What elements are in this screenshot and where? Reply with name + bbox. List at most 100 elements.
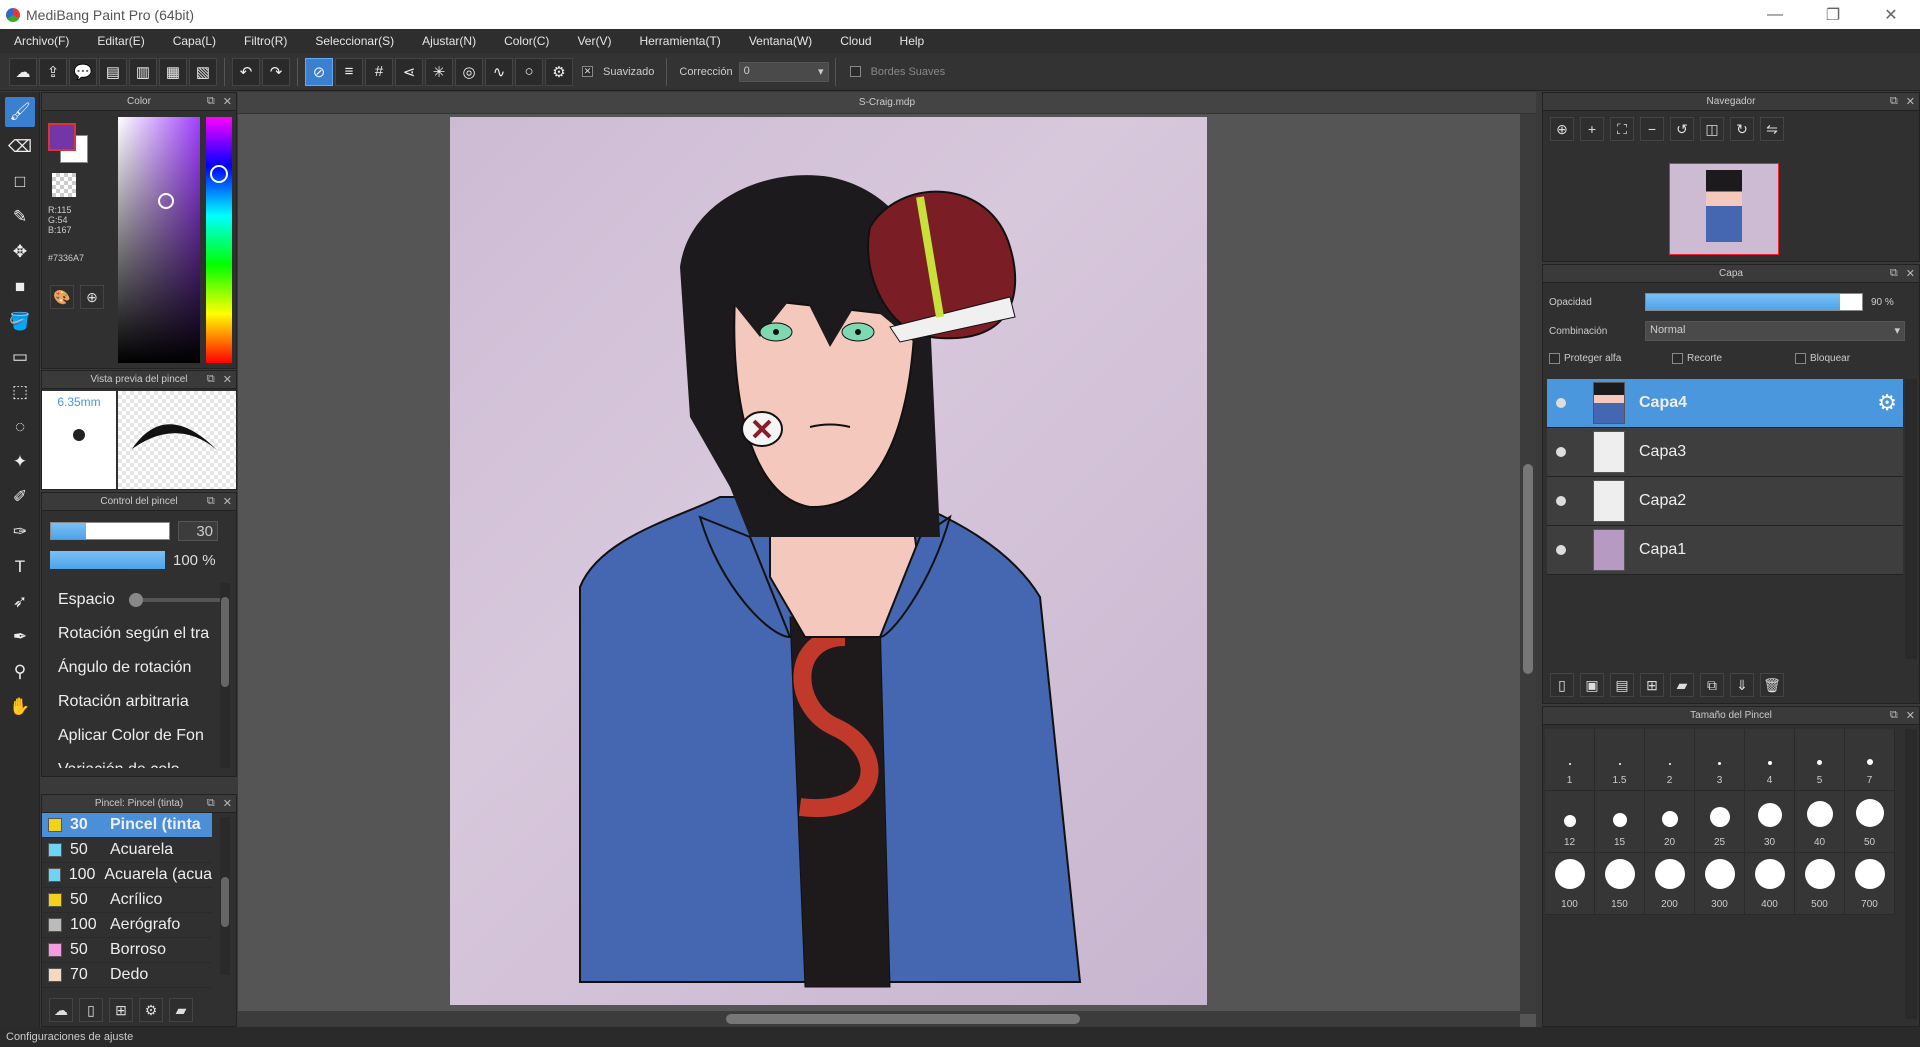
page-icon[interactable]: ▥ xyxy=(129,57,157,86)
brush-opacity-slider[interactable] xyxy=(50,551,165,569)
snap-off-icon[interactable]: ⊘ xyxy=(305,57,333,86)
folder-icon[interactable]: ▰ xyxy=(169,998,193,1022)
magic-wand-tool-icon[interactable]: ✦ xyxy=(5,447,35,477)
close-icon[interactable]: ✕ xyxy=(223,797,232,810)
select-pen-tool-icon[interactable]: ✐ xyxy=(5,482,35,512)
reset-view-icon[interactable]: ◫ xyxy=(1700,117,1724,141)
brush-list-item[interactable]: 50 Acrílico xyxy=(42,888,212,913)
dot-pen-tool-icon[interactable]: ✎ xyxy=(5,202,35,232)
folder-icon[interactable]: ▰ xyxy=(1670,673,1694,697)
move-tool-icon[interactable]: ✥ xyxy=(5,237,35,267)
radial-snap-icon[interactable]: ✳ xyxy=(425,57,453,86)
brush-size-slider[interactable] xyxy=(50,522,170,540)
brush-size-cell[interactable]: 25 xyxy=(1695,791,1745,853)
panel-layout-icon[interactable]: ▦ xyxy=(159,57,187,86)
circle-snap-icon[interactable]: ○ xyxy=(515,57,543,86)
minimize-button[interactable]: — xyxy=(1746,0,1804,29)
brush-size-cell[interactable]: 150 xyxy=(1595,853,1645,915)
brush-list-item[interactable]: 50 Acuarela xyxy=(42,838,212,863)
brush-size-cell[interactable]: 5 xyxy=(1795,729,1845,791)
canvas-vertical-scrollbar[interactable] xyxy=(1520,114,1536,1014)
bucket-tool-icon[interactable]: 🪣 xyxy=(5,307,35,337)
popout-icon[interactable]: ⧉ xyxy=(207,797,215,810)
divide-tool-icon[interactable]: ✒ xyxy=(5,622,35,652)
soft-edges-checkbox[interactable] xyxy=(849,66,861,77)
gear-icon[interactable]: ⚙ xyxy=(1877,390,1897,416)
close-icon[interactable]: ✕ xyxy=(1906,95,1915,108)
brush-size-cell[interactable]: 500 xyxy=(1795,853,1845,915)
close-icon[interactable]: ✕ xyxy=(1906,267,1915,280)
new-layer-icon[interactable]: ▯ xyxy=(1550,673,1574,697)
new-brush-icon[interactable]: ▯ xyxy=(79,998,103,1022)
layer-row-capa2[interactable]: Capa2 xyxy=(1547,477,1903,526)
transparent-color-swatch[interactable] xyxy=(52,173,76,197)
hue-slider[interactable] xyxy=(206,117,232,363)
visibility-eye-icon[interactable] xyxy=(1547,398,1575,408)
eraser-tool-icon[interactable]: ⌫ xyxy=(5,132,35,162)
brush-size-cell[interactable]: 4 xyxy=(1745,729,1795,791)
parallel-snap-icon[interactable]: ≡ xyxy=(335,57,363,86)
popout-icon[interactable]: ⧉ xyxy=(207,495,215,508)
popout-icon[interactable]: ⧉ xyxy=(1890,95,1898,108)
popout-icon[interactable]: ⧉ xyxy=(1890,267,1898,280)
brush-size-cell[interactable]: 12 xyxy=(1545,791,1595,853)
flip-icon[interactable]: ⇋ xyxy=(1760,117,1784,141)
close-icon[interactable]: ✕ xyxy=(223,95,232,108)
menu-ver[interactable]: Ver(V) xyxy=(563,34,625,48)
upload-icon[interactable]: ⇪ xyxy=(39,57,67,86)
spacing-option[interactable]: Espacio xyxy=(50,583,222,617)
brush-list-item[interactable]: 100 Acuarela (acua xyxy=(42,863,212,888)
brush-size-cell[interactable]: 200 xyxy=(1645,853,1695,915)
text-tool-icon[interactable]: T xyxy=(5,552,35,582)
cloud-icon[interactable]: ☁ xyxy=(9,57,37,86)
menu-editar[interactable]: Editar(E) xyxy=(83,34,158,48)
brush-list-item[interactable]: 70 Dedo xyxy=(42,963,212,988)
brush-size-cell[interactable]: 30 xyxy=(1745,791,1795,853)
rectangle-tool-icon[interactable]: □ xyxy=(5,167,35,197)
menu-capa[interactable]: Capa(L) xyxy=(159,34,230,48)
perspective-snap-icon[interactable]: ⋖ xyxy=(395,57,423,86)
palette-add-icon[interactable]: ⊕ xyxy=(80,285,104,309)
popout-icon[interactable]: ⧉ xyxy=(207,95,215,108)
brush-settings-icon[interactable]: ⚙ xyxy=(139,998,163,1022)
arbitrary-rotation-option[interactable]: Rotación arbitraria xyxy=(50,685,222,719)
brush-control-scrollbar[interactable] xyxy=(220,583,230,768)
lasso-tool-icon[interactable]: ◌ xyxy=(5,412,35,442)
layer-row-capa1[interactable]: Capa1 xyxy=(1547,526,1903,575)
curve-snap-icon[interactable]: ∿ xyxy=(485,57,513,86)
settings-snap-icon[interactable]: ⚙ xyxy=(545,57,573,86)
zoom-out-icon[interactable]: − xyxy=(1640,117,1664,141)
smoothing-checkbox[interactable]: ✕ xyxy=(582,66,593,77)
brush-size-cell[interactable]: 100 xyxy=(1545,853,1595,915)
brush-size-cell[interactable]: 7 xyxy=(1845,729,1895,791)
blend-mode-select[interactable]: Normal ▾ xyxy=(1645,321,1905,341)
fit-window-icon[interactable]: ⛶ xyxy=(1610,117,1634,141)
menu-cloud[interactable]: Cloud xyxy=(826,34,885,48)
brush-list-item[interactable]: 50 Borroso xyxy=(42,938,212,963)
brush-size-scrollbar[interactable] xyxy=(1905,729,1917,1019)
palette-icon[interactable]: 🎨 xyxy=(50,285,74,309)
speech-bubble-icon[interactable]: 💬 xyxy=(69,57,97,86)
menu-archivo[interactable]: Archivo(F) xyxy=(0,34,83,48)
brush-size-cell[interactable]: 50 xyxy=(1845,791,1895,853)
saturation-value-picker[interactable] xyxy=(118,117,200,363)
brush-tool-icon[interactable]: 🖌 xyxy=(5,97,35,127)
add-layer-menu-icon[interactable]: ⊞ xyxy=(1640,673,1664,697)
brush-size-cell[interactable]: 1 xyxy=(1545,729,1595,791)
duplicate-layer-icon[interactable]: ⧉ xyxy=(1700,673,1724,697)
select-tool-icon[interactable]: ⬚ xyxy=(5,377,35,407)
new-layer-8bit-icon[interactable]: ▤ xyxy=(1610,673,1634,697)
brush-size-cell[interactable]: 1.5 xyxy=(1595,729,1645,791)
brush-size-cell[interactable]: 700 xyxy=(1845,853,1895,915)
popout-icon[interactable]: ⧉ xyxy=(207,373,215,386)
color-variation-option[interactable]: Variación de colo xyxy=(50,753,222,768)
merge-down-icon[interactable]: ⇓ xyxy=(1730,673,1754,697)
undo-icon[interactable]: ↶ xyxy=(232,57,260,86)
brush-list-item[interactable]: 100 Aerógrafo xyxy=(42,913,212,938)
zoom-fit-icon[interactable]: ⊕ xyxy=(1550,117,1574,141)
zoom-in-icon[interactable]: + xyxy=(1580,117,1604,141)
brush-size-cell[interactable]: 3 xyxy=(1695,729,1745,791)
layer-row-capa3[interactable]: Capa3 xyxy=(1547,428,1903,477)
layer-opacity-slider[interactable] xyxy=(1645,293,1863,311)
drawing-canvas[interactable] xyxy=(450,117,1207,1005)
